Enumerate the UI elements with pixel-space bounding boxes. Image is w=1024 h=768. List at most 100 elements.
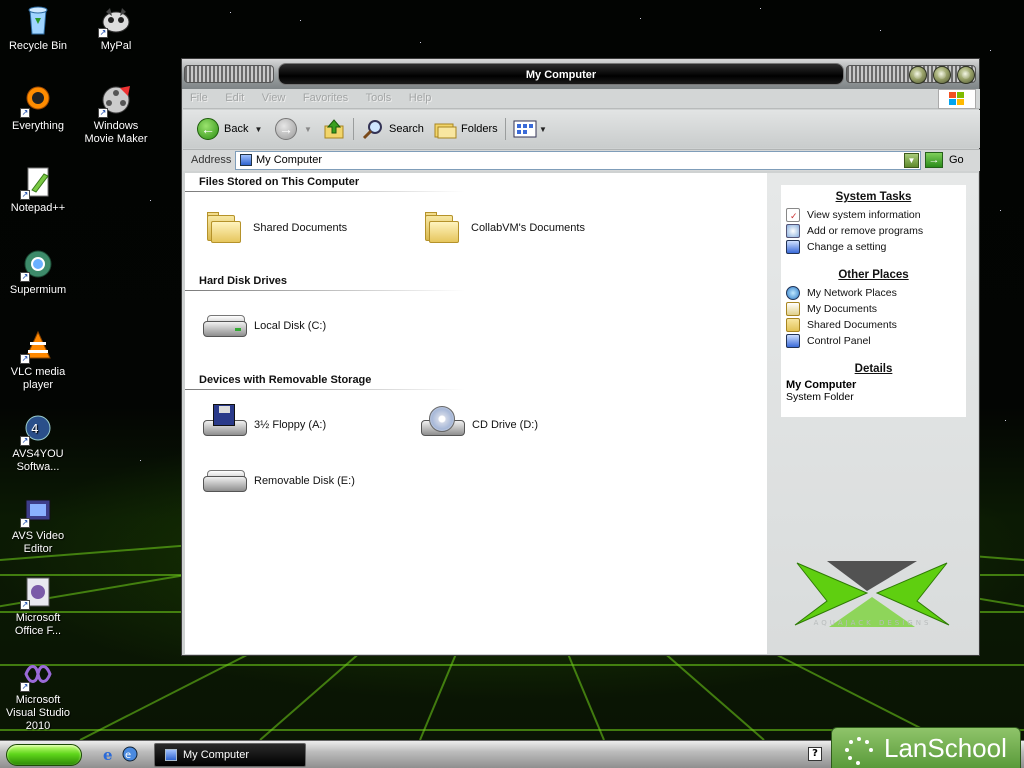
start-button[interactable] <box>6 744 82 766</box>
cd-drive-d-item[interactable]: CD Drive (D:) <box>419 406 538 440</box>
vlc-icon: ↗ <box>20 330 54 364</box>
main-pane: Files Stored on This Computer Shared Doc… <box>185 173 767 654</box>
go-button[interactable]: → Go <box>925 152 964 168</box>
add-remove-programs-icon <box>786 224 800 238</box>
minimize-button[interactable] <box>909 66 927 84</box>
my-documents-link[interactable]: My Documents <box>781 301 966 317</box>
views-button[interactable]: ▼ <box>513 116 547 142</box>
cd-drive-icon <box>419 406 467 440</box>
control-panel-icon <box>786 334 800 348</box>
toolbar: ← Back ▼ → ▼ Search Folders ▼ <box>183 110 980 148</box>
group-header-files-stored: Files Stored on This Computer <box>199 176 360 188</box>
forward-dropdown-icon[interactable]: ▼ <box>304 125 312 134</box>
other-places-title[interactable]: Other Places <box>781 255 966 285</box>
aquajack-x-logo <box>794 561 950 627</box>
desktop-icon-avs4you[interactable]: 4 ↗ AVS4YOU Softwa... <box>0 412 76 474</box>
shared-documents-item[interactable]: Shared Documents <box>205 211 347 245</box>
details-title[interactable]: Details <box>781 349 966 379</box>
my-network-places-link[interactable]: My Network Places <box>781 285 966 301</box>
desktop-icon-recycle-bin[interactable]: Recycle Bin <box>0 4 76 53</box>
titlebar-caption: My Computer <box>278 63 844 85</box>
brand-text: AQUAJACK DESIGNS <box>813 619 932 627</box>
forward-button[interactable]: → ▼ <box>275 116 312 142</box>
search-button[interactable]: Search <box>361 116 424 142</box>
folder-icon <box>423 211 461 245</box>
taskbar-button-my-computer[interactable]: My Computer <box>154 743 306 767</box>
control-panel-link[interactable]: Control Panel <box>781 333 966 349</box>
folders-button[interactable]: Folders <box>433 116 498 142</box>
shared-documents-link[interactable]: Shared Documents <box>781 317 966 333</box>
change-setting-link[interactable]: Change a setting <box>781 239 966 255</box>
visual-studio-icon: ↗ <box>20 658 54 692</box>
forward-arrow-icon: → <box>275 118 297 140</box>
group-header-removable: Devices with Removable Storage <box>199 374 372 386</box>
desktop-icon-movie-maker[interactable]: ↗ Windows Movie Maker <box>78 84 154 146</box>
menu-favorites[interactable]: Favorites <box>296 89 355 107</box>
address-dropdown-icon[interactable]: ▼ <box>904 153 919 168</box>
desktop-icon-avs-video-editor[interactable]: ↗ AVS Video Editor <box>0 494 76 556</box>
titlebar-left-grill <box>184 65 274 83</box>
window-titlebar[interactable]: My Computer <box>182 59 979 89</box>
removable-disk-e-item[interactable]: Removable Disk (E:) <box>201 466 355 496</box>
collabvm-documents-item[interactable]: CollabVM's Documents <box>423 211 585 245</box>
back-dropdown-icon[interactable]: ▼ <box>254 125 262 134</box>
details-type: System Folder <box>786 391 854 403</box>
desktop-icon-visual-studio[interactable]: ↗ Microsoft Visual Studio 2010 <box>0 658 76 733</box>
toolbar-separator <box>353 118 354 140</box>
group-header-hard-disks: Hard Disk Drives <box>199 275 288 287</box>
local-disk-c-item[interactable]: Local Disk (C:) <box>201 311 326 341</box>
address-input[interactable]: My Computer ▼ <box>235 151 921 170</box>
menu-edit[interactable]: Edit <box>218 89 251 107</box>
up-folder-button[interactable] <box>323 116 345 142</box>
close-button[interactable] <box>957 66 975 84</box>
lanschool-notification[interactable]: LanSchool <box>831 727 1021 768</box>
desktop-icon-office[interactable]: ↗ Microsoft Office F... <box>0 576 76 638</box>
internet-explorer-icon[interactable]: e <box>102 746 118 764</box>
window-title: My Computer <box>525 69 597 81</box>
maximize-button[interactable] <box>933 66 951 84</box>
network-places-icon <box>786 286 800 300</box>
lanschool-label: LanSchool <box>884 732 1007 763</box>
task-pane: System Tasks ✓ View system information A… <box>767 173 978 654</box>
desktop-icon-notepadpp[interactable]: ↗ Notepad++ <box>0 166 76 215</box>
view-system-info-link[interactable]: ✓ View system information <box>781 207 966 223</box>
everything-icon: ↗ <box>20 84 54 118</box>
avs-video-editor-icon: ↗ <box>20 494 54 528</box>
back-arrow-icon: ← <box>197 118 219 140</box>
views-dropdown-icon[interactable]: ▼ <box>539 125 547 134</box>
task-pane-panel: System Tasks ✓ View system information A… <box>781 185 966 417</box>
office-icon: ↗ <box>20 576 54 610</box>
details-name: My Computer <box>786 379 857 391</box>
my-computer-window: My Computer File Edit View Favorites Too… <box>181 58 980 656</box>
address-label: Address <box>191 154 232 166</box>
desktop-icon-vlc[interactable]: ↗ VLC media player <box>0 330 76 392</box>
my-computer-icon <box>165 749 177 761</box>
notepadpp-icon: ↗ <box>20 166 54 200</box>
svg-text:e: e <box>125 750 131 761</box>
add-remove-programs-link[interactable]: Add or remove programs <box>781 223 966 239</box>
recycle-bin-icon <box>22 4 54 36</box>
svg-text:e: e <box>103 746 113 762</box>
menu-tools[interactable]: Tools <box>359 89 399 107</box>
group-divider <box>185 290 465 291</box>
back-button[interactable]: ← Back ▼ <box>197 116 262 142</box>
desktop-icon-everything[interactable]: ↗ Everything <box>0 84 76 133</box>
svg-text:4: 4 <box>31 422 39 436</box>
desktop-icon-mypal[interactable]: ↗ MyPal <box>78 4 154 53</box>
hard-drive-icon <box>201 311 249 341</box>
movie-maker-icon: ↗ <box>98 84 132 118</box>
quick-launch-icon[interactable]: e <box>122 746 138 762</box>
help-tray-icon[interactable]: ? <box>808 747 822 761</box>
views-icon <box>513 120 537 138</box>
floppy-a-item[interactable]: 3½ Floppy (A:) <box>201 404 326 440</box>
control-panel-icon <box>786 240 800 254</box>
desktop-icon-supermium[interactable]: ↗ Supermium <box>0 248 76 297</box>
menu-view[interactable]: View <box>255 89 293 107</box>
folder-icon <box>205 211 243 245</box>
address-bar: Address My Computer ▼ → Go <box>183 149 980 171</box>
menu-help[interactable]: Help <box>402 89 439 107</box>
menu-file[interactable]: File <box>183 89 215 107</box>
system-tasks-title[interactable]: System Tasks <box>781 185 966 207</box>
go-arrow-icon: → <box>925 152 943 168</box>
folders-icon <box>434 123 457 139</box>
